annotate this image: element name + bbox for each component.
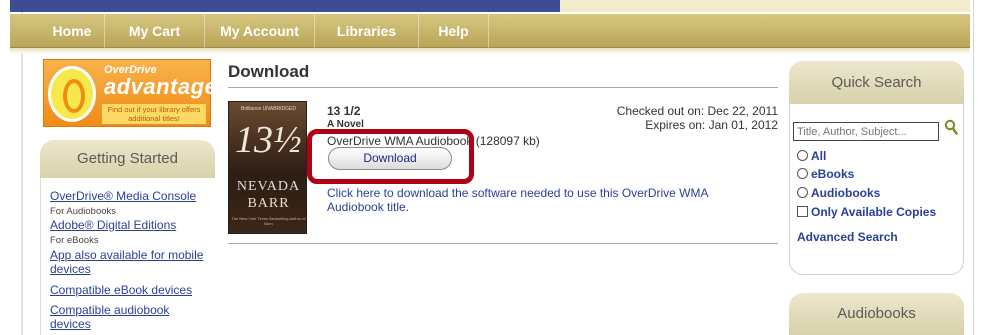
nav-my-cart[interactable]: My Cart [105, 14, 205, 48]
link-adobe-digital-editions[interactable]: Adobe® Digital Editions [50, 218, 176, 232]
ad-title: advantage [104, 74, 218, 99]
checked-out-date: Checked out on: Dec 22, 2011 [616, 104, 778, 118]
search-input[interactable] [793, 122, 939, 141]
book-cover[interactable]: Brilliance UNABRIDGED 13½ NEVADA BARR Th… [228, 101, 307, 234]
checkout-dates: Checked out on: Dec 22, 2011 Expires on:… [560, 104, 778, 132]
link-sub-ebooks: For eBooks [50, 235, 99, 246]
link-overdrive-media-console[interactable]: OverDrive® Media Console [50, 189, 196, 203]
cover-author-last: BARR [247, 196, 290, 211]
radio-audiobooks[interactable] [797, 187, 808, 198]
advanced-search-link[interactable]: Advanced Search [797, 230, 898, 244]
cover-blurb: The New York Times Bestselling Author of… [231, 216, 306, 226]
ad-tagline: Find out if your library offers addition… [102, 104, 206, 124]
nav-help[interactable]: Help [419, 14, 489, 48]
overdrive-logo-icon [48, 66, 96, 122]
nav-libraries[interactable]: Libraries [315, 14, 419, 48]
option-audiobooks-label: Audiobooks [811, 186, 881, 200]
link-mobile-app[interactable]: App also available for mobile devices [50, 248, 210, 276]
nav-my-account[interactable]: My Account [205, 14, 315, 48]
search-icon[interactable] [944, 119, 958, 135]
main-nav: Home My Cart My Account Libraries Help [10, 14, 970, 48]
cover-badge: Brilliance UNABRIDGED [240, 106, 296, 112]
book-title: 13 1/2 [327, 104, 361, 118]
option-all-label: All [811, 149, 827, 163]
option-available-copies[interactable]: Only Available Copies [797, 205, 936, 219]
audiobooks-heading: Audiobooks [789, 293, 964, 335]
quick-search-heading: Quick Search [789, 61, 964, 104]
option-ebooks-label: eBooks [811, 167, 855, 181]
download-software-link[interactable]: Click here to download the software need… [327, 186, 747, 214]
link-sub-audiobooks: For Audiobooks [50, 206, 117, 217]
overdrive-advantage-ad[interactable]: OverDrive advantage Find out if your lib… [43, 59, 217, 127]
nav-home[interactable]: Home [40, 14, 105, 48]
option-available-copies-label: Only Available Copies [811, 205, 937, 219]
getting-started-heading: Getting Started [40, 140, 215, 178]
highlight-annotation [307, 129, 474, 184]
top-banner-right [560, 0, 970, 12]
divider-bottom [228, 243, 778, 244]
link-compatible-ebook-devices[interactable]: Compatible eBook devices [50, 283, 192, 297]
page-title: Download [228, 62, 310, 81]
top-banner [10, 0, 560, 12]
checkbox-available-copies[interactable] [797, 206, 808, 217]
divider [228, 87, 778, 88]
option-ebooks[interactable]: eBooks [797, 167, 854, 181]
option-audiobooks[interactable]: Audiobooks [797, 186, 880, 200]
link-compatible-audiobook-devices[interactable]: Compatible audiobook devices [50, 303, 200, 331]
cover-author-first: NEVADA [236, 179, 301, 194]
nav-shadow [10, 48, 970, 54]
cover-title: 13½ [235, 119, 302, 161]
radio-all[interactable] [797, 150, 808, 161]
radio-ebooks[interactable] [797, 168, 808, 179]
expires-date: Expires on: Jan 01, 2012 [645, 118, 778, 132]
option-all[interactable]: All [797, 149, 826, 163]
